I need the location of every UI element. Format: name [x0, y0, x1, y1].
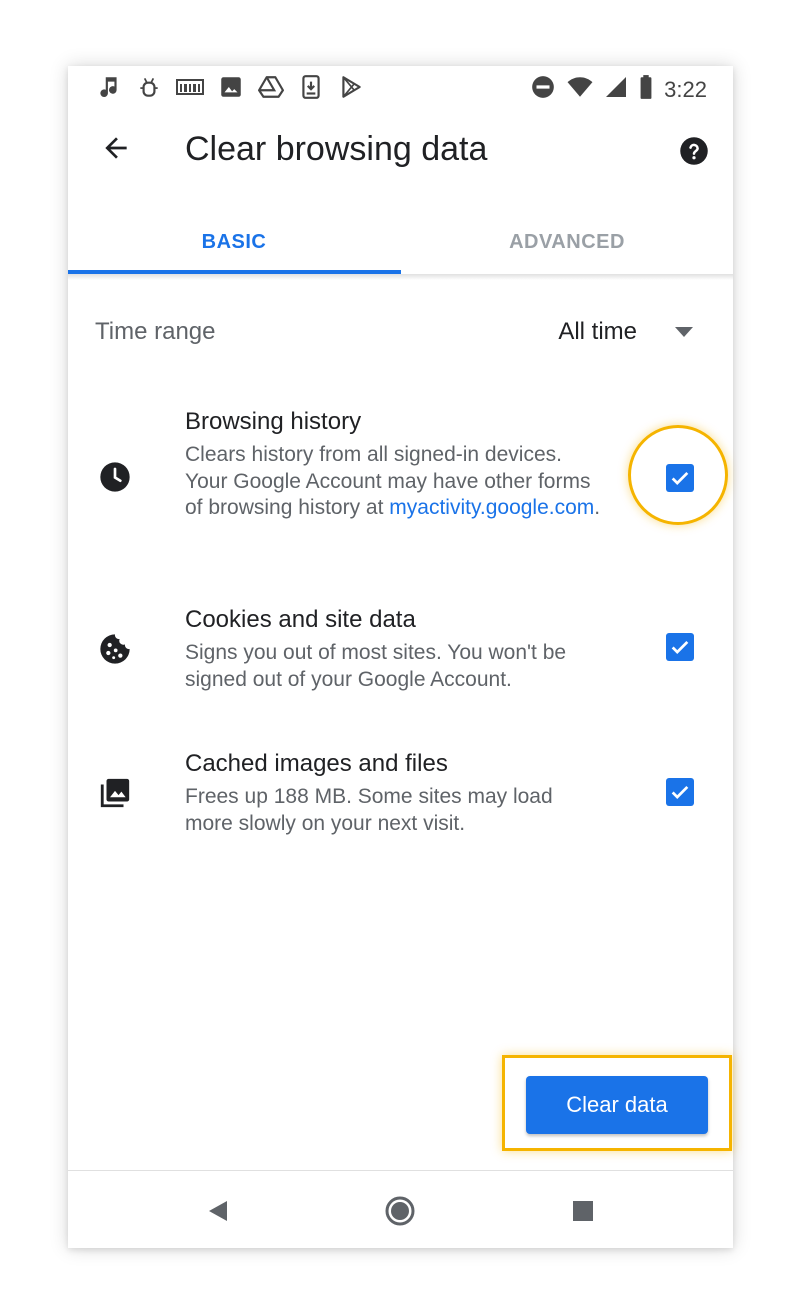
- arrow-back-icon: [105, 137, 127, 159]
- option-description: Signs you out of most sites. You won't b…: [185, 641, 567, 691]
- tab-bar-shadow: [68, 274, 733, 280]
- nav-home-button[interactable]: [382, 1193, 418, 1229]
- tab-bar: BASIC ADVANCED: [68, 211, 733, 275]
- play-store-icon: [338, 74, 364, 105]
- cookies-checkbox[interactable]: [666, 633, 694, 661]
- music-note-icon: [96, 74, 122, 105]
- android-debug-icon: [136, 74, 162, 105]
- option-description: Frees up 188 MB. Some sites may load mor…: [185, 785, 553, 835]
- time-range-value: All time: [558, 318, 637, 345]
- nav-back-icon: [209, 1201, 227, 1221]
- tab-advanced[interactable]: ADVANCED: [401, 211, 733, 273]
- barcode-icon: [176, 74, 204, 105]
- clear-data-button[interactable]: Clear data: [526, 1076, 708, 1134]
- status-bar: 3:22: [68, 66, 733, 110]
- dropdown-arrow-icon: [675, 327, 693, 337]
- option-title: Cookies and site data: [185, 606, 416, 633]
- nav-recents-icon: [573, 1201, 593, 1221]
- cached-images-checkbox[interactable]: [666, 778, 694, 806]
- option-description-suffix: .: [594, 496, 601, 519]
- cookie-icon: [98, 632, 132, 666]
- nav-back-button[interactable]: [200, 1193, 236, 1229]
- status-time: 3:22: [664, 76, 707, 102]
- photo-library-icon: [98, 776, 132, 810]
- wifi-icon: [566, 74, 594, 105]
- download-icon: [298, 74, 324, 105]
- option-title: Cached images and files: [185, 750, 448, 777]
- do-not-disturb-icon: [530, 74, 556, 105]
- clock-icon: [98, 460, 132, 494]
- tab-basic[interactable]: BASIC: [68, 211, 400, 273]
- time-range-dropdown[interactable]: All time: [558, 318, 693, 346]
- option-description: Clears history from all signed-in device…: [185, 442, 605, 522]
- highlight-circle: [628, 425, 728, 525]
- nav-home-icon: [385, 1196, 415, 1226]
- time-range-label: Time range: [95, 318, 216, 345]
- battery-icon: [638, 74, 654, 105]
- phone-screen: 3:22 Clear browsing data BASIC ADVANCED …: [68, 66, 733, 1248]
- image-icon: [218, 74, 244, 105]
- page-title: Clear browsing data: [185, 130, 488, 168]
- notification-icons: [96, 74, 364, 105]
- drive-icon: [258, 74, 284, 105]
- option-title: Browsing history: [185, 408, 362, 435]
- signal-icon: [604, 74, 628, 105]
- nav-recents-button[interactable]: [565, 1193, 601, 1229]
- system-icons: 3:22: [530, 74, 707, 105]
- help-button[interactable]: [679, 136, 709, 166]
- navigation-bar: [68, 1171, 733, 1248]
- check-icon: [671, 640, 689, 654]
- back-button[interactable]: [96, 128, 136, 168]
- help-icon: [680, 137, 708, 165]
- check-icon: [671, 785, 689, 799]
- myactivity-link[interactable]: myactivity.google.com: [389, 496, 594, 519]
